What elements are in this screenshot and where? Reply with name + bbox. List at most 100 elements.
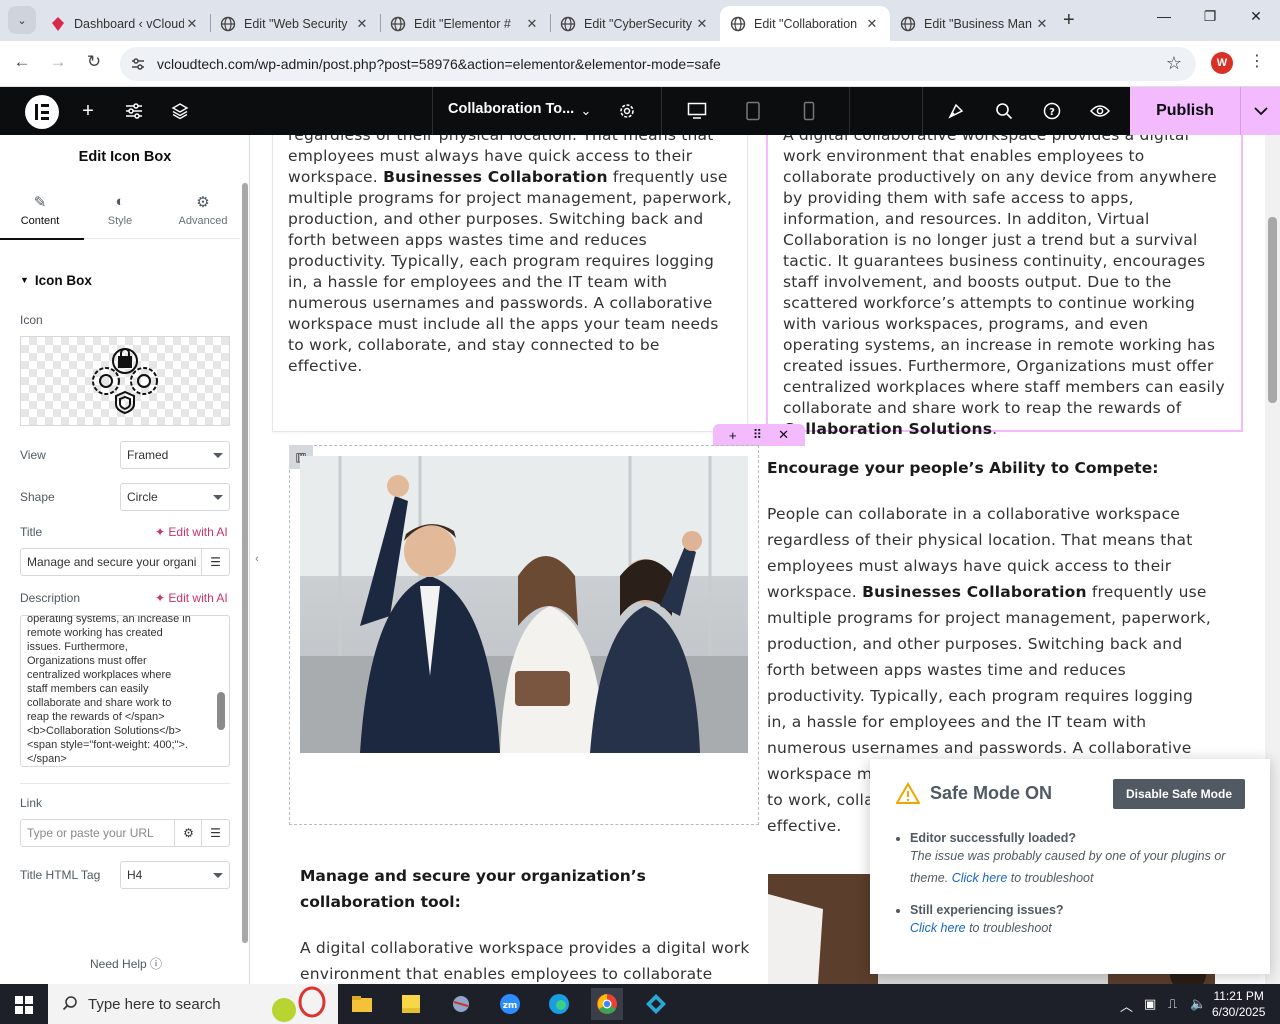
search-icon[interactable]: [992, 99, 1016, 123]
mobile-view-icon[interactable]: [797, 99, 821, 123]
structure-layers-icon[interactable]: [168, 99, 192, 123]
section-handle[interactable]: + ⠿ ✕: [713, 424, 805, 446]
browser-tab-strip: ⌄ Dashboard ‹ vCloud ✕ Edit "Web Securit…: [0, 0, 1280, 41]
tab-style[interactable]: ◐ Style: [80, 193, 160, 227]
drag-handle-icon[interactable]: ⠿: [753, 427, 763, 443]
site-settings-icon[interactable]: [122, 99, 146, 123]
celebrating-team-image[interactable]: [300, 456, 748, 753]
panel-tabs: ✎ Content ◐ Style ⚙ Advanced: [0, 183, 243, 240]
editor-panel: Edit Icon Box ✎ Content ◐ Style ⚙ Advanc…: [0, 135, 250, 984]
browser-menu-icon[interactable]: ⋮: [1249, 51, 1265, 71]
ability-heading: Encourage your people’s Ability to Compe…: [767, 459, 1159, 477]
tablet-view-icon[interactable]: [741, 99, 765, 123]
forward-arrow-icon[interactable]: →: [46, 52, 70, 72]
page-settings-gear-icon[interactable]: [615, 99, 639, 123]
dynamic-tags-icon[interactable]: ☰: [201, 820, 229, 846]
browser-tab-business[interactable]: Edit "Business Man ✕: [890, 6, 1060, 41]
browser-tab-elementor[interactable]: Edit "Elementor # ✕: [380, 6, 550, 41]
gear-icon: ⚙: [196, 194, 210, 211]
question-circle-icon: ⓘ: [150, 957, 163, 971]
tab-content[interactable]: ✎ Content: [0, 193, 84, 240]
preview-eye-icon[interactable]: [1088, 99, 1112, 123]
help-icon[interactable]: ?: [1040, 99, 1064, 123]
chrome-browser-icon[interactable]: [591, 988, 623, 1020]
network-icon[interactable]: ⎍: [1168, 996, 1177, 1012]
title-input[interactable]: Manage and secure your organi ☰: [20, 548, 230, 576]
elementor-top-bar: + Collaboration To... ⌄ ? Publish: [0, 87, 1280, 135]
view-label: View: [20, 448, 46, 462]
publish-options-chevron-icon[interactable]: [1240, 87, 1280, 135]
html-tag-label: Title HTML Tag: [20, 868, 101, 882]
title-label: Title: [20, 525, 43, 539]
notification-alert-icon[interactable]: ▣: [1144, 996, 1156, 1012]
troubleshoot-link-2[interactable]: Click here: [910, 921, 966, 935]
collapse-panel-chevron-icon[interactable]: ‹: [250, 544, 264, 574]
description-textarea[interactable]: operating systems, an increase in remote…: [20, 615, 230, 767]
add-section-icon[interactable]: +: [729, 428, 737, 443]
textarea-scrollbar-thumb[interactable]: [217, 692, 225, 730]
close-tab-icon[interactable]: ✕: [354, 16, 370, 32]
publish-button[interactable]: Publish: [1130, 87, 1240, 135]
volume-icon[interactable]: 🔈: [1190, 996, 1206, 1012]
shape-select[interactable]: Circle: [120, 483, 230, 511]
close-window-icon[interactable]: ✕: [1236, 8, 1276, 25]
browser-tab-collaboration[interactable]: Edit "Collaboration ✕: [720, 6, 890, 41]
windows-start-icon[interactable]: [15, 996, 33, 1014]
tab-title: Dashboard ‹ vCloud: [74, 16, 184, 31]
delete-section-icon[interactable]: ✕: [778, 427, 789, 443]
browser-tab-cybersecurity[interactable]: Edit "CyberSecurity ✕: [550, 6, 720, 41]
reload-icon[interactable]: ↻: [82, 52, 106, 72]
document-title[interactable]: Collaboration To...: [448, 101, 574, 117]
tab-advanced[interactable]: ⚙ Advanced: [163, 193, 243, 227]
minimize-window-icon[interactable]: —: [1144, 8, 1184, 24]
title-edit-with-ai-link[interactable]: ✦ Edit with AI: [155, 525, 228, 539]
panel-scrollbar[interactable]: [242, 183, 248, 943]
text-block-lower-left: A digital collaborative workspace provid…: [300, 939, 750, 983]
file-explorer-icon[interactable]: [346, 988, 378, 1020]
tray-chevron-icon[interactable]: ︿: [1120, 996, 1133, 1015]
system-clock[interactable]: 11:21 PM 6/30/2025: [1212, 988, 1265, 1020]
troubleshoot-link-1[interactable]: Click here: [952, 871, 1008, 885]
icon-picker-preview[interactable]: [20, 336, 230, 426]
description-edit-with-ai-link[interactable]: ✦ Edit with AI: [155, 591, 228, 605]
warning-triangle-icon: [896, 782, 920, 804]
elementor-logo-icon[interactable]: [25, 95, 59, 129]
close-tab-icon[interactable]: ✕: [184, 16, 200, 32]
sticky-notes-icon[interactable]: [395, 988, 427, 1020]
close-tab-icon[interactable]: ✕: [864, 16, 880, 32]
link-options-gear-icon[interactable]: ⚙: [174, 820, 202, 846]
notes-icon[interactable]: [944, 99, 968, 123]
link-input[interactable]: Type or paste your URL ⚙ ☰: [20, 819, 230, 847]
dynamic-tags-icon[interactable]: ☰: [201, 549, 229, 575]
taskbar-search-box[interactable]: Type here to search: [48, 984, 338, 1024]
desktop-view-icon[interactable]: [685, 99, 709, 123]
disable-safe-mode-button[interactable]: Disable Safe Mode: [1113, 779, 1245, 809]
svg-text:?: ?: [1049, 107, 1055, 118]
tab-search-button[interactable]: ⌄: [8, 6, 36, 34]
close-tab-icon[interactable]: ✕: [524, 16, 540, 32]
view-select[interactable]: Framed: [120, 441, 230, 469]
snipping-tool-icon[interactable]: [445, 988, 477, 1020]
need-help-link[interactable]: Need Help ⓘ: [90, 955, 162, 972]
new-tab-button[interactable]: +: [1063, 9, 1075, 32]
add-element-icon[interactable]: +: [76, 99, 100, 123]
browser-tab-web-security[interactable]: Edit "Web Security ✕: [210, 6, 380, 41]
restore-window-icon[interactable]: ❐: [1190, 8, 1230, 25]
zoom-app-icon[interactable]: zm: [494, 988, 526, 1020]
chevron-down-icon[interactable]: ⌄: [574, 99, 598, 123]
text-block-top-right: A digital collaborative workspace provid…: [783, 135, 1225, 438]
browser-tab-dashboard[interactable]: Dashboard ‹ vCloud ✕: [40, 6, 210, 41]
globe-icon: [220, 16, 236, 31]
close-tab-icon[interactable]: ✕: [1034, 16, 1050, 32]
bookmark-star-icon[interactable]: ☆: [1166, 53, 1182, 74]
edge-browser-icon[interactable]: [543, 988, 575, 1020]
section-icon-box-toggle[interactable]: ▼ Icon Box: [20, 273, 92, 288]
close-tab-icon[interactable]: ✕: [694, 16, 710, 32]
profile-avatar[interactable]: W: [1211, 52, 1233, 74]
back-arrow-icon[interactable]: ←: [10, 52, 34, 72]
address-bar[interactable]: vcloudtech.com/wp-admin/post.php?post=58…: [120, 47, 1196, 81]
site-info-icon[interactable]: [130, 56, 146, 72]
app-diamond-icon[interactable]: [640, 988, 672, 1020]
html-tag-select[interactable]: H4: [120, 861, 230, 889]
link-label: Link: [20, 796, 43, 810]
